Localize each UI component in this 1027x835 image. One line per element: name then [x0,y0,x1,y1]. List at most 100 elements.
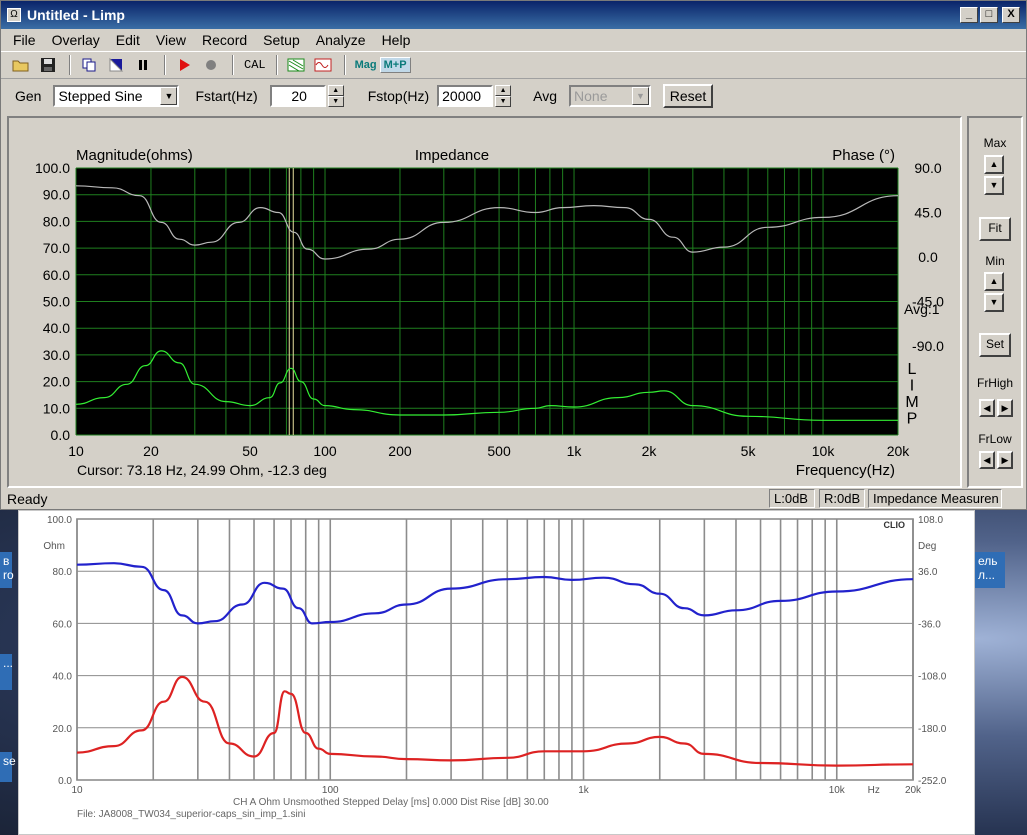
scale-control-panel: Max ▲ ▼ Fit Min ▲ ▼ Set FrHigh ◀ ▶ FrLow… [967,116,1023,488]
fstop-label: Fstop(Hz) [367,88,430,104]
toolbar-separator [343,55,346,75]
impedance-chart[interactable]: 100.090.080.070.060.050.040.030.020.010.… [9,118,960,486]
play-icon[interactable] [172,54,196,76]
fit-button[interactable]: Fit [979,217,1011,241]
desktop-tab-text: ro [3,568,14,582]
set-button[interactable]: Set [979,333,1011,357]
y-tick-label: 70.0 [43,240,70,256]
calibrate-button[interactable]: CAL [240,58,270,72]
chevron-down-icon[interactable]: ▼ [632,87,650,105]
maximize-button[interactable]: □ [980,7,998,23]
frlow-right-button[interactable]: ▶ [997,451,1013,469]
generator-select[interactable]: Stepped Sine ▼ [53,85,180,107]
clio-y2-tick-label: -108.0 [918,672,947,683]
menu-view[interactable]: View [148,32,194,48]
frlow-left-button[interactable]: ◀ [979,451,995,469]
x-tick-label: 2k [642,443,658,459]
status-bar: Ready L:0dB R:0dB Impedance Measuren [1,488,1027,510]
save-disk-icon[interactable] [36,54,60,76]
close-button[interactable]: X [1002,7,1020,23]
chart-color-icon[interactable] [104,54,128,76]
copy-icon[interactable] [77,54,101,76]
chevron-down-icon[interactable]: ▼ [160,87,178,105]
x-axis-title: Frequency(Hz) [796,462,895,479]
clio-y2-unit: Deg [918,541,936,552]
open-folder-icon[interactable] [9,54,33,76]
toolbar-separator [69,55,71,75]
menu-setup[interactable]: Setup [255,32,308,48]
reset-button[interactable]: Reset [663,84,714,108]
spin-down-icon[interactable]: ▼ [327,96,344,107]
x-tick-label: 500 [487,443,511,459]
menu-edit[interactable]: Edit [108,32,148,48]
clio-logo: CLIO [884,520,906,530]
desktop-tab-text: ... [3,656,14,670]
spin-down-icon[interactable]: ▼ [495,96,512,107]
menu-record[interactable]: Record [194,32,255,48]
x-tick-label: 20k [887,443,911,459]
frhigh-right-button[interactable]: ▶ [997,399,1013,417]
desktop-window-tab[interactable]: ель л... [975,552,1005,588]
title-bar[interactable]: Ω Untitled - Limp _ □ X [1,1,1026,29]
max-down-button[interactable]: ▼ [984,176,1004,195]
chart-title: Impedance [415,147,489,164]
menu-file[interactable]: File [5,32,44,48]
min-up-button[interactable]: ▲ [984,272,1004,291]
desktop-tab-text: ель [978,554,998,568]
frhigh-left-button[interactable]: ◀ [979,399,995,417]
desktop-window-tab[interactable]: se [0,752,16,782]
max-up-button[interactable]: ▲ [984,155,1004,174]
clio-y2-tick-label: 108.0 [918,515,943,526]
clio-plot-area [76,518,914,781]
fstart-input[interactable]: 20 [269,85,326,107]
clio-y2-tick-label: -180.0 [918,724,947,735]
y-tick-label: 20.0 [43,374,70,390]
record-stop-icon[interactable] [199,54,223,76]
fstart-value: 20 [291,88,307,104]
y-tick-label: 60.0 [43,267,70,283]
fstart-label: Fstart(Hz) [195,88,258,104]
limp-side-letter: L [908,361,917,378]
clio-x-tick-label: 20k [905,785,922,796]
clio-y-tick-label: 100.0 [47,515,72,526]
y2-tick-label: -90.0 [912,338,944,354]
status-mode: Impedance Measuren [868,489,1002,508]
status-left-gain: L:0dB [769,489,815,508]
minimize-button[interactable]: _ [960,7,978,23]
y-tick-label: 0.0 [51,427,71,443]
desktop-window-tab[interactable]: ... [0,654,14,690]
desktop-tab-text: se [3,754,16,768]
menu-overlay[interactable]: Overlay [44,32,108,48]
avg-select[interactable]: None ▼ [569,85,652,107]
sine-graph-icon[interactable] [311,54,335,76]
graph-settings-icon[interactable] [284,54,308,76]
fstop-spinner[interactable]: ▲ ▼ [495,85,512,107]
y2-axis-title: Phase (°) [832,147,895,164]
magnitude-phase-view-button[interactable]: M+P [379,57,411,73]
clio-y-tick-label: 20.0 [53,724,73,735]
max-label: Max [983,136,1007,150]
clio-x-tick-label: 1k [578,785,590,796]
cursor-readout: Cursor: 73.18 Hz, 24.99 Ohm, -12.3 deg [77,462,327,478]
min-label: Min [985,254,1005,268]
fstop-input[interactable]: 20000 [437,85,494,107]
clio-y-tick-label: 0.0 [58,776,72,787]
pause-icon[interactable] [131,54,155,76]
magnitude-view-button[interactable]: Mag [352,59,380,71]
desktop-window-tab[interactable]: в ro [0,552,14,588]
fstart-spinner[interactable]: ▲ ▼ [327,85,344,107]
frhigh-label: FrHigh [976,376,1013,390]
menu-help[interactable]: Help [374,32,419,48]
y-tick-label: 50.0 [43,294,70,310]
status-ready: Ready [7,491,48,507]
menu-analyze[interactable]: Analyze [308,32,374,48]
generator-bar: Gen Stepped Sine ▼ Fstart(Hz) 20 ▲ ▼ Fsto… [1,79,1026,113]
spin-up-icon[interactable]: ▲ [327,85,344,96]
min-down-button[interactable]: ▼ [984,293,1004,312]
clio-y-tick-label: 40.0 [53,672,73,683]
menu-bar: File Overlay Edit View Record Setup Anal… [1,29,1026,51]
avg-value: None [574,88,608,104]
spin-up-icon[interactable]: ▲ [495,85,512,96]
app-icon[interactable]: Ω [7,8,21,22]
y-tick-label: 100.0 [35,160,70,176]
